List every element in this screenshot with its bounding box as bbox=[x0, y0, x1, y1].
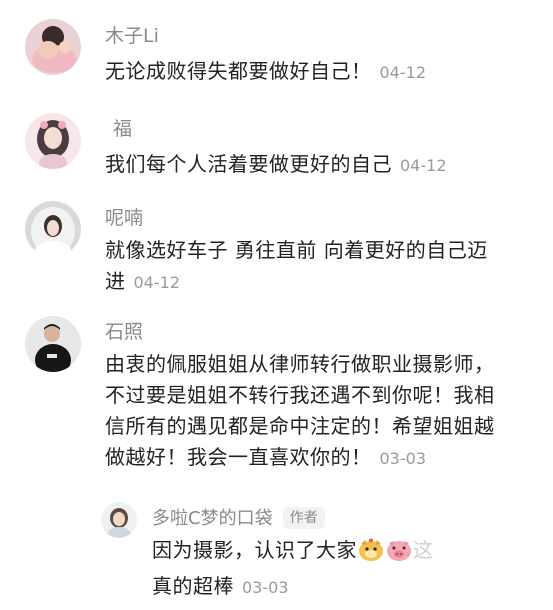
reply-body-line-end: 真的超棒 bbox=[152, 574, 234, 598]
reply-body-line: 因为摄影，认识了大家 这 bbox=[152, 535, 434, 571]
dog-face-emoji bbox=[358, 538, 384, 571]
author-badge: 作者 bbox=[282, 507, 325, 529]
reply-body: 因为摄影，认识了大家 bbox=[152, 538, 357, 562]
reply-item: 多啦C梦的口袋 作者 因为摄影，认识了大家 这 真的超棒 03-03 bbox=[0, 0, 553, 610]
reply-body-tail: 这 bbox=[413, 538, 434, 562]
reply-body-line: 真的超棒 03-03 bbox=[152, 571, 434, 603]
username[interactable]: 多啦C梦的口袋 作者 bbox=[152, 507, 325, 530]
avatar[interactable] bbox=[101, 502, 137, 538]
pig-face-emoji bbox=[386, 538, 412, 571]
reply-text: 因为摄影，认识了大家 这 真的超棒 03-03 bbox=[152, 535, 434, 603]
reply-date: 03-03 bbox=[242, 578, 289, 597]
reply-username[interactable]: 多啦C梦的口袋 bbox=[152, 508, 273, 529]
